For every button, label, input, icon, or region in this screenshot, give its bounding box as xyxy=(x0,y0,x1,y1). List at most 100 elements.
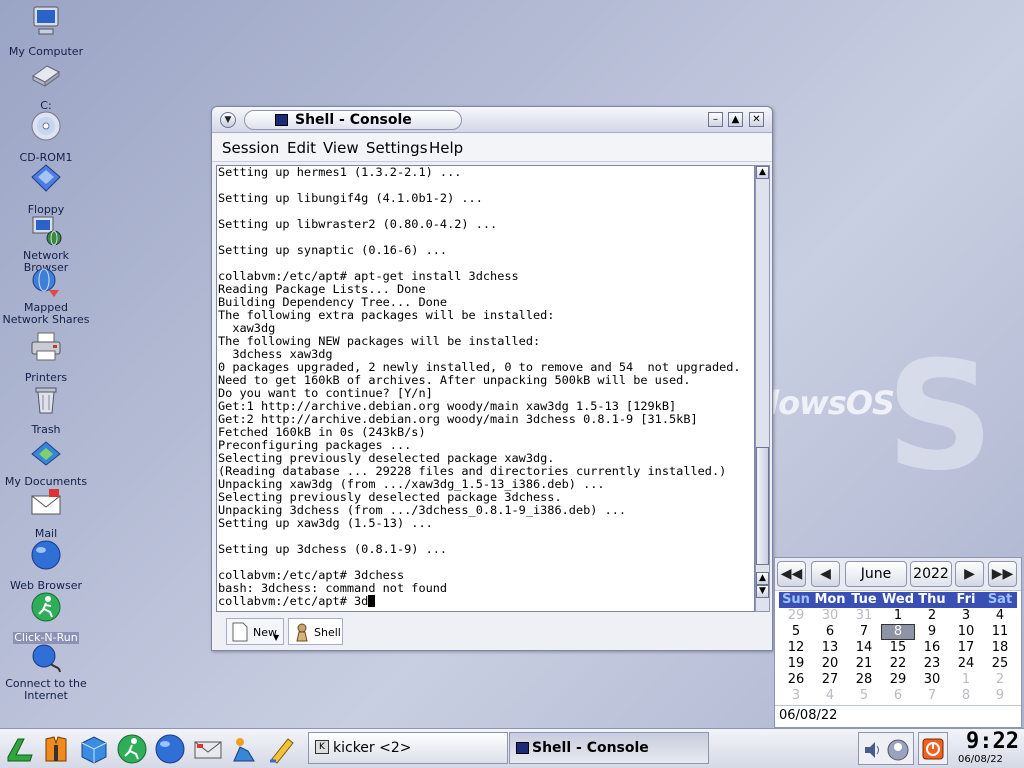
power-icon[interactable] xyxy=(922,738,944,760)
calendar-day[interactable]: 2 xyxy=(915,608,949,624)
calendar-day[interactable]: 16 xyxy=(915,640,949,656)
calendar-day[interactable]: 6 xyxy=(881,688,915,704)
desktop-icon-trash[interactable]: Trash xyxy=(0,382,92,437)
scrollbar-thumb[interactable] xyxy=(756,447,769,565)
previous-year-button[interactable]: ◀◀ xyxy=(777,561,806,587)
previous-month-button[interactable]: ◀ xyxy=(811,561,840,587)
calendar-day[interactable]: 7 xyxy=(847,624,881,640)
edit-tool-icon[interactable] xyxy=(266,733,298,765)
calendar-day[interactable]: 1 xyxy=(881,608,915,624)
minimize-button[interactable]: – xyxy=(708,112,723,127)
menu-session[interactable]: Session xyxy=(222,139,279,157)
calendar-day[interactable]: 30 xyxy=(813,608,847,624)
next-year-button[interactable]: ▶▶ xyxy=(988,561,1017,587)
desktop-icon-click-n-run[interactable]: Click-N-Run xyxy=(0,590,92,645)
calendar-day[interactable]: 30 xyxy=(915,672,949,688)
month-field[interactable]: June xyxy=(845,561,907,587)
calendar-day[interactable]: 28 xyxy=(847,672,881,688)
tab-shell[interactable]: Shell xyxy=(288,618,343,645)
kicker-icon: K xyxy=(315,740,329,754)
calendar-day[interactable]: 4 xyxy=(983,608,1017,624)
terminal-scrollbar[interactable]: ▲ ▲ ▼ xyxy=(755,165,770,612)
volume-icon[interactable] xyxy=(863,740,883,760)
close-button[interactable]: ✕ xyxy=(749,112,764,127)
scroll-up-button[interactable]: ▲ xyxy=(756,166,769,179)
user-icon[interactable] xyxy=(887,739,909,761)
calendar-day[interactable]: 14 xyxy=(847,640,881,656)
calendar-day[interactable]: 19 xyxy=(779,656,813,672)
desktop-icon-connect-internet[interactable]: Connect to the Internet xyxy=(0,642,92,703)
calendar-day[interactable]: 18 xyxy=(983,640,1017,656)
menu-view[interactable]: View xyxy=(323,139,359,157)
calendar-day[interactable]: 3 xyxy=(949,608,983,624)
calendar-day[interactable]: 11 xyxy=(983,624,1017,640)
calendar-day[interactable]: 13 xyxy=(813,640,847,656)
scroll-down-button[interactable]: ▼ xyxy=(756,585,769,598)
calendar-day[interactable]: 5 xyxy=(779,624,813,640)
calendar-weekday: Mon xyxy=(813,592,847,608)
click-n-run-icon[interactable] xyxy=(116,733,148,765)
calendar-day[interactable]: 12 xyxy=(779,640,813,656)
desktop-icon-web-browser[interactable]: Web Browser xyxy=(0,538,92,593)
maximize-button[interactable]: ▲ xyxy=(728,112,743,127)
new-session-button[interactable]: New ▼ xyxy=(226,618,284,645)
calendar-day[interactable]: 8 xyxy=(949,688,983,704)
desktop-icon-mapped-network-shares[interactable]: Mapped Network Shares xyxy=(0,266,92,327)
calendar-day[interactable]: 26 xyxy=(779,672,813,688)
calendar-day[interactable]: 9 xyxy=(983,688,1017,704)
calendar-day[interactable]: 25 xyxy=(983,656,1017,672)
desktop-icon-my-computer[interactable]: My Computer xyxy=(0,4,92,59)
calendar-day[interactable]: 7 xyxy=(915,688,949,704)
globe-icon[interactable] xyxy=(154,733,186,765)
calendar-day[interactable]: 8 xyxy=(881,624,915,640)
calendar-day[interactable]: 29 xyxy=(881,672,915,688)
calendar-day[interactable]: 29 xyxy=(779,608,813,624)
desktop-icon-cd-rom[interactable]: CD-ROM1 xyxy=(0,110,92,165)
menu-settings[interactable]: Settings xyxy=(366,139,428,157)
calendar-day[interactable]: 22 xyxy=(881,656,915,672)
calendar-date-field[interactable]: 06/08/22 xyxy=(775,705,1021,727)
trash-icon xyxy=(35,387,57,414)
mail-icon[interactable] xyxy=(192,733,224,765)
window-menu-button[interactable]: ▼ xyxy=(220,112,236,128)
terminal-output[interactable]: Setting up hermes1 (1.3.2-2.1) ... Setti… xyxy=(216,165,755,612)
calendar-day[interactable]: 31 xyxy=(847,608,881,624)
desktop-icon-floppy[interactable]: Floppy xyxy=(0,162,92,217)
calendar-day[interactable]: 23 xyxy=(915,656,949,672)
console-window[interactable]: ▼ Shell - Console – ▲ ✕ Session Edit Vie… xyxy=(211,106,773,651)
calendar-day[interactable]: 10 xyxy=(949,624,983,640)
menu-edit[interactable]: Edit xyxy=(287,139,316,157)
window-titlebar[interactable]: ▼ Shell - Console – ▲ ✕ xyxy=(212,107,772,133)
clock-time[interactable]: 9:22 xyxy=(966,729,1019,754)
calendar-day[interactable]: 21 xyxy=(847,656,881,672)
desktop-icon-c-drive[interactable]: C: xyxy=(0,58,92,113)
network-browser-icon xyxy=(32,216,62,246)
desktop-icon-my-documents[interactable]: My Documents xyxy=(0,434,92,489)
dropdown-arrow-icon: ▼ xyxy=(273,633,280,642)
desktop-icon-mail[interactable]: Mail xyxy=(0,486,92,541)
task-shell-console[interactable]: Shell - Console xyxy=(509,732,709,764)
calendar-day[interactable]: 17 xyxy=(949,640,983,656)
calendar-day[interactable]: 2 xyxy=(983,672,1017,688)
calendar-day[interactable]: 4 xyxy=(813,688,847,704)
file-manager-icon[interactable] xyxy=(78,733,110,765)
calendar-day[interactable]: 15 xyxy=(881,640,915,656)
year-field[interactable]: 2022 xyxy=(910,561,952,587)
calendar-day[interactable]: 5 xyxy=(847,688,881,704)
calendar-day[interactable]: 27 xyxy=(813,672,847,688)
calendar-day[interactable]: 6 xyxy=(813,624,847,640)
menu-help[interactable]: Help xyxy=(429,139,463,157)
calendar-day[interactable]: 24 xyxy=(949,656,983,672)
task-kicker[interactable]: K kicker <2> xyxy=(308,732,508,764)
life-vest-icon[interactable] xyxy=(40,733,72,765)
scroll-up-lower-button[interactable]: ▲ xyxy=(756,572,769,585)
start-menu-icon[interactable] xyxy=(4,733,36,765)
calendar-day[interactable]: 1 xyxy=(949,672,983,688)
calendar-day[interactable]: 3 xyxy=(779,688,813,704)
calendar-day[interactable]: 9 xyxy=(915,624,949,640)
calendar-day[interactable]: 20 xyxy=(813,656,847,672)
network-icon[interactable] xyxy=(228,733,260,765)
next-month-button[interactable]: ▶ xyxy=(955,561,984,587)
desktop-icon-printers[interactable]: Printers xyxy=(0,330,92,385)
calendar-weekday: Tue xyxy=(847,592,881,608)
